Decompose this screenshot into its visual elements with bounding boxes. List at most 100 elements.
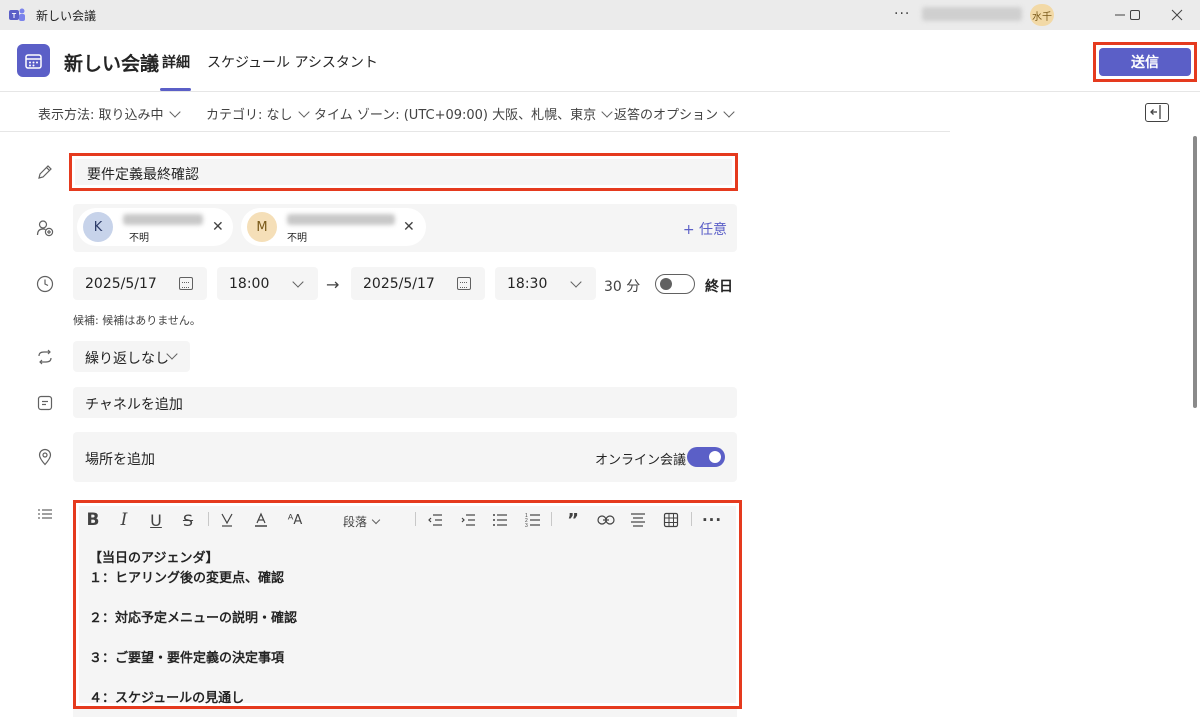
tab-details[interactable]: 詳細	[162, 52, 190, 72]
font-color-icon[interactable]	[252, 510, 270, 530]
options-bar: 表示方法: 取り込み中 カテゴリ: なし タイム ゾーン: (UTC+09:00…	[0, 92, 950, 132]
send-highlight-frame: 送信	[1093, 42, 1197, 82]
paragraph-style-label: 段落	[343, 515, 368, 529]
remove-attendee-icon[interactable]: ✕	[212, 219, 224, 235]
attendee-chip[interactable]: M 不明 ✕	[241, 208, 426, 246]
meeting-header: 新しい会議 詳細 スケジュール アシスタント 送信	[0, 30, 1200, 92]
teams-logo-icon: T	[8, 6, 26, 24]
highlight-icon[interactable]	[218, 510, 236, 530]
collapse-panel-icon[interactable]	[1145, 103, 1169, 122]
repeat-value: 繰り返しなし	[85, 351, 169, 367]
send-button[interactable]: 送信	[1099, 48, 1191, 76]
clock-icon	[36, 275, 54, 293]
end-date-value: 2025/5/17	[363, 276, 435, 292]
svg-text:3: 3	[525, 523, 528, 528]
scrollbar[interactable]	[1193, 136, 1197, 408]
toolbar-divider	[415, 512, 416, 526]
bulleted-list-icon[interactable]	[491, 510, 509, 530]
chevron-down-icon	[168, 106, 181, 118]
title-highlight-frame: 要件定義最終確認	[69, 153, 738, 191]
start-time-value: 18:00	[229, 276, 270, 292]
table-icon[interactable]	[662, 510, 680, 530]
quote-icon[interactable]: ”	[564, 510, 582, 531]
calendar-icon	[179, 277, 193, 290]
attendee-name	[287, 214, 395, 225]
editor-highlight-frame: B I U S ᴬA 段落 123 ” ··· 【当日のアジェンダ】 １：ヒアリ…	[73, 500, 742, 709]
maximize-icon[interactable]	[1112, 0, 1158, 30]
meeting-details-editor[interactable]: B I U S ᴬA 段落 123 ” ··· 【当日のアジェンダ】 １：ヒアリ…	[79, 506, 736, 706]
more-options-icon[interactable]: ···	[894, 6, 910, 22]
toolbar-divider	[551, 512, 552, 526]
location-icon	[36, 448, 54, 466]
arrow-right-icon: →	[326, 275, 340, 294]
all-day-label: 終日	[705, 279, 733, 295]
suggestion-hint: 候補: 候補はありません。	[73, 314, 201, 327]
editor-text-line: ３：ご要望・要件定義の決定事項	[89, 651, 285, 666]
chevron-down-icon	[570, 276, 582, 288]
editor-text-line: ２：対応予定メニューの説明・確認	[89, 611, 298, 626]
timezone-dropdown[interactable]: タイム ゾーン: (UTC+09:00) 大阪、札幌、東京	[314, 104, 613, 123]
numbered-list-icon[interactable]: 123	[524, 510, 542, 530]
start-date-value: 2025/5/17	[85, 276, 157, 292]
account-name[interactable]	[922, 7, 1022, 21]
calendar-icon	[457, 277, 471, 290]
details-list-icon	[36, 505, 54, 523]
show-as-label: 表示方法: 取り込み中	[38, 108, 164, 123]
end-date-picker[interactable]: 2025/5/17	[351, 267, 485, 300]
italic-icon[interactable]: I	[115, 510, 133, 530]
font-size-icon[interactable]: ᴬA	[284, 510, 306, 530]
show-as-dropdown[interactable]: 表示方法: 取り込み中	[38, 104, 181, 123]
all-day-toggle[interactable]	[655, 274, 695, 294]
align-icon[interactable]	[629, 510, 647, 530]
underline-icon[interactable]: U	[147, 510, 165, 530]
add-person-icon	[36, 219, 54, 237]
category-dropdown[interactable]: カテゴリ: なし	[206, 104, 310, 123]
attendees-field[interactable]: K 不明 ✕ M 不明 ✕ + 任意	[73, 204, 737, 252]
chevron-down-icon	[371, 515, 381, 525]
attendee-status: 不明	[129, 233, 149, 244]
duration-label: 30 分	[604, 279, 641, 295]
strikethrough-icon[interactable]: S	[179, 510, 197, 530]
close-icon[interactable]	[1154, 0, 1200, 30]
end-time-dropdown[interactable]: 18:30	[495, 267, 596, 300]
toolbar-divider	[208, 512, 209, 526]
online-meeting-toggle[interactable]	[687, 447, 725, 467]
chevron-down-icon	[297, 106, 310, 118]
editor-text-line: １：ヒアリング後の変更点、確認	[89, 571, 285, 586]
avatar[interactable]: 水千	[1030, 4, 1054, 26]
start-date-picker[interactable]: 2025/5/17	[73, 267, 207, 300]
response-options-dropdown[interactable]: 返答のオプション	[614, 104, 735, 123]
meeting-title-input[interactable]: 要件定義最終確認	[75, 159, 732, 185]
link-icon[interactable]	[596, 510, 616, 530]
avatar: K	[83, 212, 113, 242]
attendee-status: 不明	[287, 233, 307, 244]
repeat-icon	[36, 348, 54, 366]
start-time-dropdown[interactable]: 18:00	[217, 267, 318, 300]
attendee-name	[123, 214, 203, 225]
paragraph-style-dropdown[interactable]: 段落	[343, 513, 381, 530]
bold-icon[interactable]: B	[84, 510, 102, 530]
svg-text:T: T	[12, 13, 17, 20]
more-options-icon[interactable]: ···	[701, 510, 723, 530]
add-optional-attendee-link[interactable]: + 任意	[683, 219, 727, 239]
avatar: M	[247, 212, 277, 242]
remove-attendee-icon[interactable]: ✕	[403, 219, 415, 235]
editor-overflow-area	[73, 709, 737, 717]
attendee-chip[interactable]: K 不明 ✕	[77, 208, 233, 246]
add-channel-input[interactable]: チャネルを追加	[73, 387, 737, 418]
title-bar: T 新しい会議 ··· 水千	[0, 0, 1200, 30]
chevron-down-icon	[723, 106, 735, 118]
tab-scheduling-assistant[interactable]: スケジュール アシスタント	[207, 52, 378, 72]
location-placeholder: 場所を追加	[85, 452, 155, 468]
active-tab-indicator	[160, 88, 191, 91]
channel-placeholder: チャネルを追加	[85, 397, 183, 413]
editor-text-line: ４：スケジュールの見通し	[89, 691, 245, 706]
end-time-value: 18:30	[507, 276, 548, 292]
meeting-title-value: 要件定義最終確認	[87, 167, 199, 183]
repeat-dropdown[interactable]: 繰り返しなし	[73, 341, 190, 372]
online-meeting-label: オンライン会議	[595, 453, 687, 468]
increase-indent-icon[interactable]	[459, 510, 477, 530]
chevron-down-icon	[292, 276, 304, 288]
add-location-input[interactable]: 場所を追加 オンライン会議	[73, 432, 737, 482]
decrease-indent-icon[interactable]	[426, 510, 444, 530]
